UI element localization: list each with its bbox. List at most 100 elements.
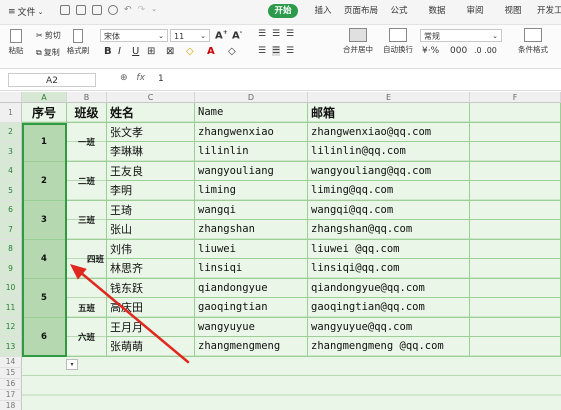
empty-cell[interactable] [470,259,561,279]
student-pinyin-cell[interactable]: liming [195,181,308,201]
export-pdf-icon[interactable] [108,5,118,15]
student-email-cell[interactable]: gaoqingtian@qq.com [308,298,470,318]
row-header-11[interactable]: 11 [0,298,22,318]
undo-icon[interactable]: ↶ [124,5,132,15]
currency-icon[interactable]: ¥·% [422,46,439,56]
student-email-cell[interactable]: liuwei @qq.com [308,239,470,259]
student-name-cell[interactable]: 张文孝 [107,122,195,142]
save-icon[interactable] [60,5,70,15]
tab-home[interactable]: 开始 [268,4,298,18]
student-name-cell[interactable]: 王琦 [107,200,195,220]
tab-developer[interactable]: 开发工具 [532,4,561,18]
student-email-cell[interactable]: zhangwenxiao@qq.com [308,122,470,142]
font-size-select[interactable]: 11 ⌄ [170,29,210,42]
thousands-icon[interactable]: 000 [450,46,467,56]
align-right-icon[interactable]: ☰ [286,46,294,56]
empty-cell[interactable] [470,181,561,201]
file-menu[interactable]: ≡ 文件 ⌄ [8,5,43,19]
more-icon[interactable]: ⌄ [151,5,157,15]
student-pinyin-cell[interactable]: lilinlin [195,142,308,162]
empty-cell[interactable] [470,200,561,220]
decimal-icon[interactable]: .0 .00 [474,46,497,55]
copy-button[interactable]: ⧉ 复制 [36,47,60,58]
align-center-icon[interactable]: ☰ [272,46,281,56]
row-header-14[interactable]: 14 [0,356,22,368]
row-header-15[interactable]: 15 [0,367,22,379]
row-header-12[interactable]: 12 [0,317,22,337]
print-preview-icon[interactable] [92,5,102,15]
column-header-f[interactable]: F [470,92,561,103]
student-name-cell[interactable]: 李琳琳 [107,142,195,162]
student-name-cell[interactable]: 王月月 [107,317,195,337]
header-cell-email[interactable]: 邮箱 [308,103,470,123]
student-email-cell[interactable]: zhangshan@qq.com [308,220,470,240]
font-color-icon[interactable]: A [207,46,215,57]
row-header-2[interactable]: 2 [0,122,22,142]
seq-cell[interactable]: 2 [22,161,67,201]
seq-cell[interactable]: 3 [22,200,67,240]
cell-style-icon[interactable]: ⊠ [166,46,174,57]
cut-button[interactable]: ✂ 剪切 [36,30,61,41]
bold-button[interactable]: B [104,46,112,57]
student-name-cell[interactable]: 张萌萌 [107,337,195,357]
number-format-select[interactable]: 常规 ⌄ [420,29,502,42]
underline-button[interactable]: U [132,46,139,57]
student-email-cell[interactable]: zhangmengmeng @qq.com [308,337,470,357]
student-email-cell[interactable]: liming@qq.com [308,181,470,201]
seq-cell[interactable]: 1 [22,122,67,162]
student-email-cell[interactable]: wangyuyue@qq.com [308,317,470,337]
fill-color-icon[interactable]: ◇ [186,46,194,57]
row-header-9[interactable]: 9 [0,259,22,279]
student-name-cell[interactable]: 王友良 [107,161,195,181]
student-name-cell[interactable]: 张山 [107,220,195,240]
class-cell[interactable]: 一班 [67,122,107,162]
tab-formulas[interactable]: 公式 [380,4,418,18]
italic-button[interactable]: I [118,46,121,57]
row-header-8[interactable]: 8 [0,239,22,259]
name-box[interactable]: A2 [8,73,96,87]
seq-cell[interactable]: 4 [22,239,67,279]
align-left-icon[interactable]: ☰ [258,46,266,56]
tab-view[interactable]: 视图 [494,4,532,18]
seq-cell[interactable]: 6 [22,317,67,357]
increase-font-icon[interactable]: A+ [215,29,228,41]
paste-button[interactable]: 粘贴 [6,29,26,56]
student-email-cell[interactable]: wangyouliang@qq.com [308,161,470,181]
student-pinyin-cell[interactable]: liuwei [195,239,308,259]
student-pinyin-cell[interactable]: zhangwenxiao [195,122,308,142]
clear-icon[interactable]: ◇ [228,46,236,57]
student-pinyin-cell[interactable]: wangyuyue [195,317,308,337]
empty-cell[interactable] [470,161,561,181]
class-cell[interactable]: 五班 [67,278,107,318]
student-pinyin-cell[interactable]: zhangmengmeng [195,337,308,357]
empty-cell[interactable] [470,239,561,259]
student-pinyin-cell[interactable]: wangyouliang [195,161,308,181]
student-email-cell[interactable]: lilinlin@qq.com [308,142,470,162]
row-header-5[interactable]: 5 [0,181,22,201]
student-pinyin-cell[interactable]: linsiqi [195,259,308,279]
borders-icon[interactable]: ⊞ [147,46,155,57]
row-header-10[interactable]: 10 [0,278,22,298]
column-header-e[interactable]: E [308,92,470,103]
empty-cell[interactable] [470,317,561,337]
conditional-format-button[interactable]: 条件格式 [508,28,558,55]
row-header-17[interactable]: 17 [0,389,22,401]
empty-cell[interactable] [470,220,561,240]
decrease-font-icon[interactable]: A- [232,29,242,41]
header-cell-seq[interactable]: 序号 [22,103,67,123]
empty-cell[interactable] [470,278,561,298]
row-header-4[interactable]: 4 [0,161,22,181]
header-cell-name[interactable]: 姓名 [107,103,195,123]
row-header-1[interactable]: 1 [0,103,22,123]
merge-center-button[interactable]: 合并居中 [335,28,381,55]
select-all-corner[interactable] [0,92,22,103]
student-name-cell[interactable]: 钱东跃 [107,278,195,298]
empty-cell[interactable] [470,122,561,142]
tab-page-layout[interactable]: 页面布局 [342,4,380,18]
align-top-icon[interactable]: ☰ [258,29,266,39]
student-pinyin-cell[interactable]: wangqi [195,200,308,220]
row-header-3[interactable]: 3 [0,142,22,162]
print-icon[interactable] [76,5,86,15]
student-pinyin-cell[interactable]: gaoqingtian [195,298,308,318]
student-email-cell[interactable]: linsiqi@qq.com [308,259,470,279]
